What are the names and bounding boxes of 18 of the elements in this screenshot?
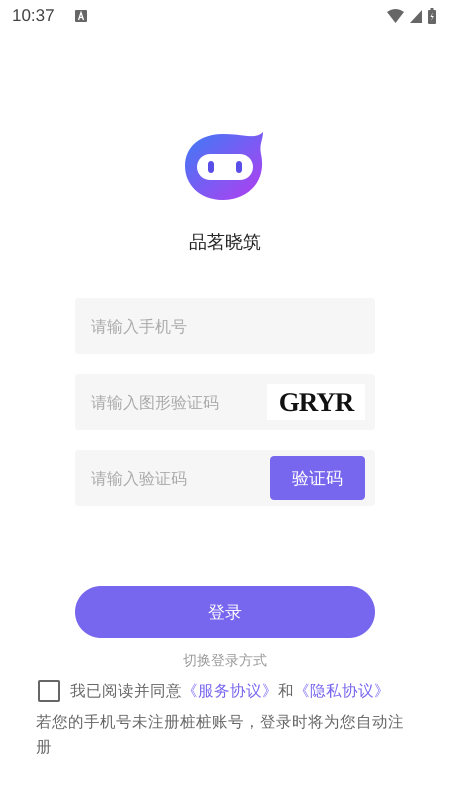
signal-icon [410,10,422,22]
status-time: 10:37 [12,6,55,26]
login-button[interactable]: 登录 [75,586,375,638]
captcha-image[interactable]: GRYR [267,384,365,420]
agreement-text: 我已阅读并同意《服务协议》和《隐私协议》 [70,680,390,702]
phone-input[interactable]: 请输入手机号 [75,298,375,354]
battery-icon [428,8,436,24]
privacy-agreement-link[interactable]: 《隐私协议》 [294,682,390,700]
captcha-input[interactable]: 请输入图形验证码 [91,392,251,412]
registration-notice: 若您的手机号未注册桩桩账号，登录时将为您自动注册 [36,712,405,758]
service-agreement-link[interactable]: 《服务协议》 [182,682,278,700]
get-code-button[interactable]: 验证码 [270,456,365,500]
app-name: 品茗晓筑 [189,231,261,254]
wifi-icon [387,9,404,23]
agreement-checkbox[interactable] [38,680,60,702]
notification-icon [74,10,87,22]
switch-login-link[interactable]: 切换登录方式 [183,653,267,669]
code-input[interactable]: 请输入验证码 [91,468,251,488]
